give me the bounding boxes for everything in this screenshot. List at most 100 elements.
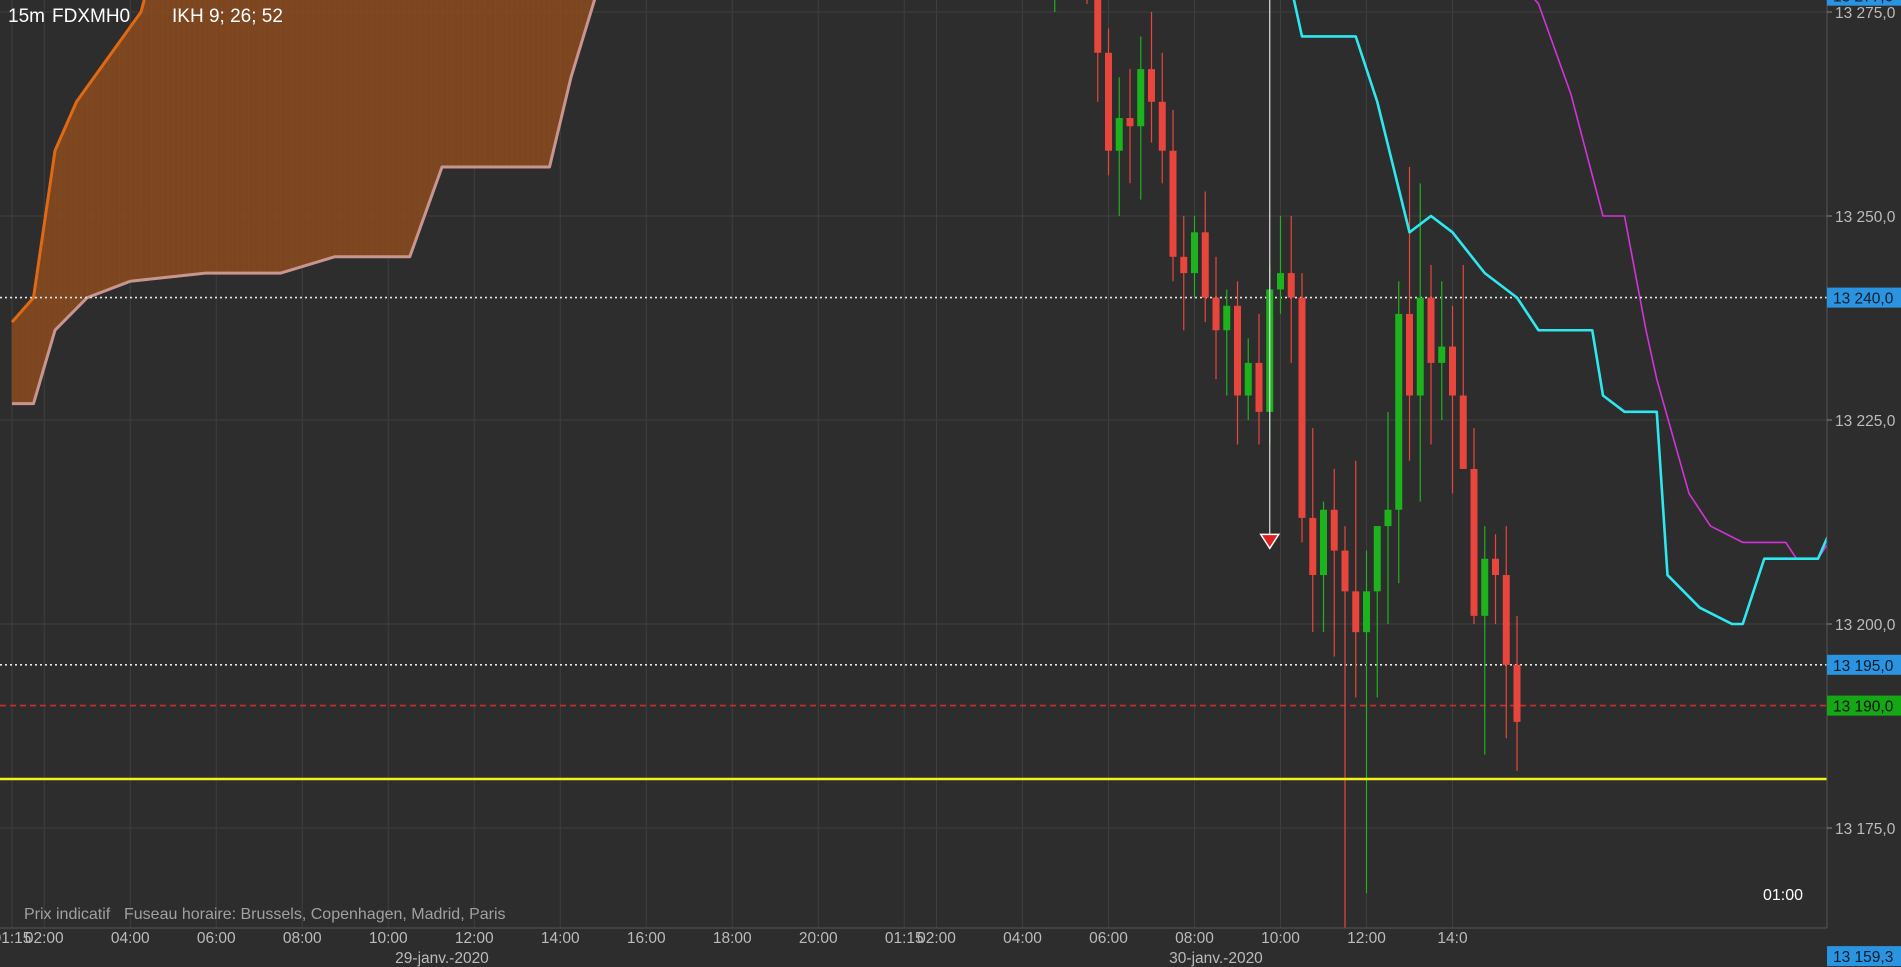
ichimoku-cloud-segment [108,48,115,290]
ichimoku-cloud-segment [441,0,448,168]
timeframe-label[interactable]: 15m [8,6,45,28]
ichimoku-cloud-segment [318,0,325,263]
candle-body [1470,468,1478,616]
ichimoku-cloud-segment [420,0,427,227]
ichimoku-cloud-segment [215,0,222,274]
date-label: 30-janv.-2020 [1169,950,1263,967]
ichimoku-cloud-segment [269,0,276,274]
indicator-label[interactable]: IKH 9; 26; 52 [172,6,283,28]
ichimoku-cloud-segment [344,0,351,258]
ichimoku-cloud-segment [146,0,153,280]
y-tick-label: 13 175,0 [1835,821,1896,838]
candle-body [1406,313,1413,396]
chart-stage[interactable]: 13 175,0 13 200,0 13 225,0 13 250,0 13 275,0… [0,0,1901,967]
ichimoku-cloud-segment [533,0,540,168]
ichimoku-cloud-segment [414,0,421,242]
price-tag-label: 13 240,0 [1833,291,1894,308]
candle-body [1330,509,1338,551]
price-tag-label: 13 277,0 [1833,0,1894,6]
x-tick-label: 18:00 [713,930,752,947]
candle-body [1277,273,1284,290]
ichimoku-cloud-segment [54,138,61,331]
candle-body [1148,69,1155,102]
ichimoku-cloud-segment [495,0,502,168]
candle-body [1105,52,1112,151]
ichimoku-cloud-segment [210,0,217,274]
ichimoku-cloud-segment [17,309,24,404]
ichimoku-cloud-segment [183,0,190,276]
candle-body [1234,305,1241,396]
candle-body [1416,297,1424,396]
candle-body [1449,346,1456,396]
ichimoku-cloud-segment [156,0,163,279]
candle-body [1502,575,1510,665]
y-tick-label: 13 200,0 [1835,617,1896,634]
ichimoku-cloud-segment [334,0,341,258]
ichimoku-cloud-segment [457,0,464,168]
ichimoku-cloud-segment [382,0,389,258]
ichimoku-cloud-segment [436,0,443,183]
candle-body [1298,297,1306,518]
ichimoku-cloud-segment [490,0,497,168]
candle-body [1363,591,1370,633]
ichimoku-cloud-segment [205,0,212,274]
candle-body [1169,150,1177,257]
x-tick-label: 06:00 [197,930,236,947]
ichimoku-cloud-segment [232,0,239,274]
candle-body [1223,305,1231,331]
ichimoku-cloud-segment [172,0,179,277]
ichimoku-cloud-segment [500,0,507,168]
candle-body [1352,591,1360,633]
ichimoku-cloud-segment [398,0,405,258]
ichimoku-cloud-segment [425,0,432,213]
x-tick-label: 10:00 [1261,930,1300,947]
ichimoku-cloud-segment [447,0,454,168]
ichimoku-cloud-segment [226,0,233,274]
ichimoku-cloud-segment [221,0,228,274]
price-chart[interactable]: 13 175,0 13 200,0 13 225,0 13 250,0 13 275,0… [0,0,1901,967]
ichimoku-cloud-segment [312,0,319,264]
ichimoku-cloud-segment [468,0,475,168]
x-tick-label: 08:00 [283,930,322,947]
plot-area [0,0,1827,928]
ichimoku-cloud-segment [307,0,314,266]
ichimoku-cloud-segment [194,0,201,275]
ichimoku-cloud-segment [527,0,534,168]
ichimoku-cloud-segment [484,0,491,168]
x-tick-label: 04:00 [1003,930,1042,947]
candle-body [1244,362,1252,396]
ichimoku-cloud-segment [371,0,378,258]
ichimoku-cloud-segment [124,26,131,284]
ichimoku-cloud-segment [264,0,271,274]
ichimoku-cloud-segment [275,0,282,274]
ichimoku-cloud-segment [92,70,99,296]
x-tick-label: 02:00 [25,930,64,947]
x-tick-label: 04:00 [111,930,150,947]
candle-body [1459,395,1467,469]
x-tick-label: 16:00 [627,930,666,947]
date-label: 29-janv.-2020 [395,950,489,967]
ichimoku-cloud-segment [242,0,249,274]
ichimoku-cloud-segment [339,0,346,258]
ichimoku-cloud-segment [291,0,298,271]
ichimoku-cloud-segment [103,55,110,292]
ichimoku-cloud-segment [361,0,368,258]
ichimoku-cloud-segment [430,0,437,198]
candle-body [1481,558,1489,616]
ichimoku-cloud-segment [81,85,88,304]
x-tick-label: 08:00 [1175,930,1214,947]
ichimoku-cloud-segment [285,0,292,272]
candle-body [1513,664,1521,722]
price-tag-label: 13 195,0 [1833,658,1894,675]
ichimoku-cloud-segment [97,63,104,294]
x-tick-label: 10:00 [369,930,408,947]
timezone-note: Fuseau horaire: Brussels, Copenhagen, Ma… [124,906,506,923]
x-tick-label: 02:00 [917,930,956,947]
ichimoku-cloud-segment [377,0,384,258]
ichimoku-cloud-segment [140,0,147,281]
ichimoku-cloud-segment [119,33,126,286]
signal-marker-icon [1259,533,1281,550]
ichimoku-cloud-segment [522,0,529,168]
ichimoku-cloud-segment [151,0,158,280]
symbol-label[interactable]: FDXMH0 [52,6,130,28]
